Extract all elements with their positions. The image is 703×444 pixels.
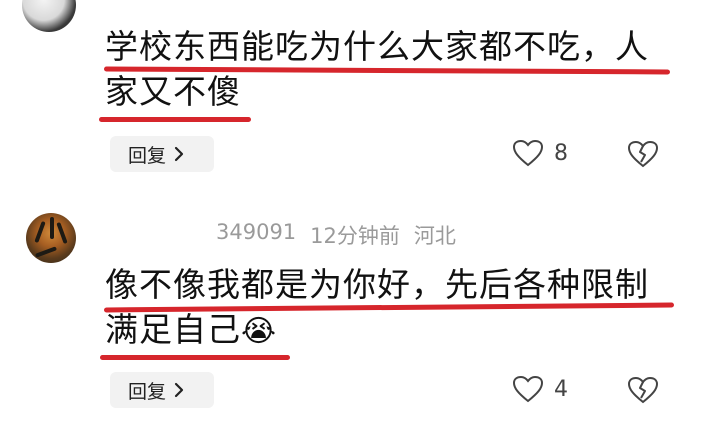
comment-line-text: 满足自己 <box>105 310 241 349</box>
red-underline <box>100 355 290 360</box>
like-count: 4 <box>554 376 568 402</box>
comment-line: 家又不傻 <box>105 72 241 111</box>
location: 河北 <box>413 224 456 248</box>
comment-meta: 349091 12分钟前 河北 <box>216 220 456 250</box>
comment-line: 学校东西能吃为什么大家都不吃，人 <box>105 27 649 66</box>
comment-line: 满足自己😭 <box>105 307 675 354</box>
avatar[interactable] <box>22 0 76 32</box>
username[interactable]: 349091 <box>216 220 296 250</box>
like-button[interactable]: 4 <box>512 375 568 403</box>
crying-emoji-icon: 😭 <box>241 314 278 349</box>
heart-outline-icon <box>512 139 544 167</box>
chevron-right-icon <box>174 146 184 162</box>
reply-button[interactable]: 回复 <box>110 136 214 172</box>
broken-heart-icon[interactable] <box>627 140 659 168</box>
reply-label: 回复 <box>128 380 167 403</box>
red-underline <box>99 117 251 122</box>
like-count: 8 <box>554 140 568 166</box>
comment-line: 像不像我都是为你好，先后各种限制 <box>105 265 649 304</box>
broken-heart-icon[interactable] <box>627 376 659 404</box>
avatar[interactable] <box>26 213 76 263</box>
reply-button[interactable]: 回复 <box>110 372 214 408</box>
chevron-right-icon <box>174 382 184 398</box>
heart-outline-icon <box>512 375 544 403</box>
reply-label: 回复 <box>128 144 167 167</box>
like-button[interactable]: 8 <box>512 139 568 167</box>
timestamp: 12分钟前 <box>310 224 400 248</box>
